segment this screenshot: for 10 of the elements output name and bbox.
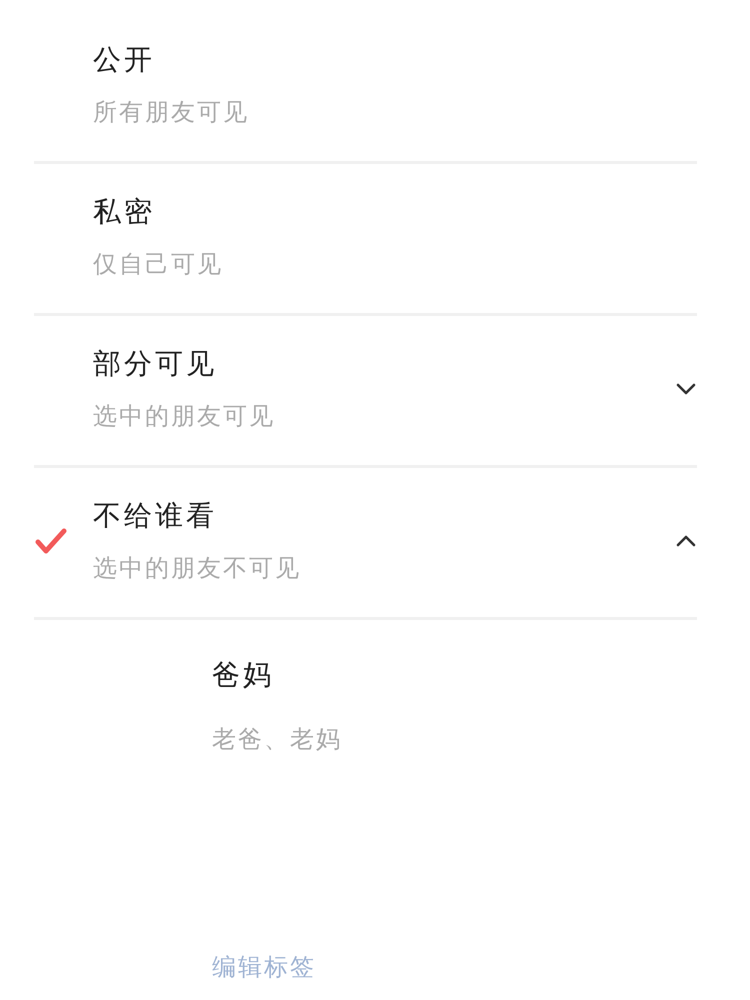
option-title: 不给谁看 — [93, 498, 218, 534]
option-subtitle: 仅自己可见 — [93, 249, 224, 279]
option-title: 私密 — [93, 194, 156, 230]
option-subtitle: 所有朋友可见 — [93, 97, 250, 127]
option-title: 部分可见 — [93, 346, 218, 382]
option-title: 公开 — [93, 42, 156, 78]
tag-name[interactable]: 爸妈 — [212, 657, 697, 693]
option-subtitle: 选中的朋友可见 — [93, 401, 276, 431]
option-subtitle: 选中的朋友不可见 — [93, 553, 302, 583]
tag-members: 老爸、老妈 — [212, 724, 343, 754]
